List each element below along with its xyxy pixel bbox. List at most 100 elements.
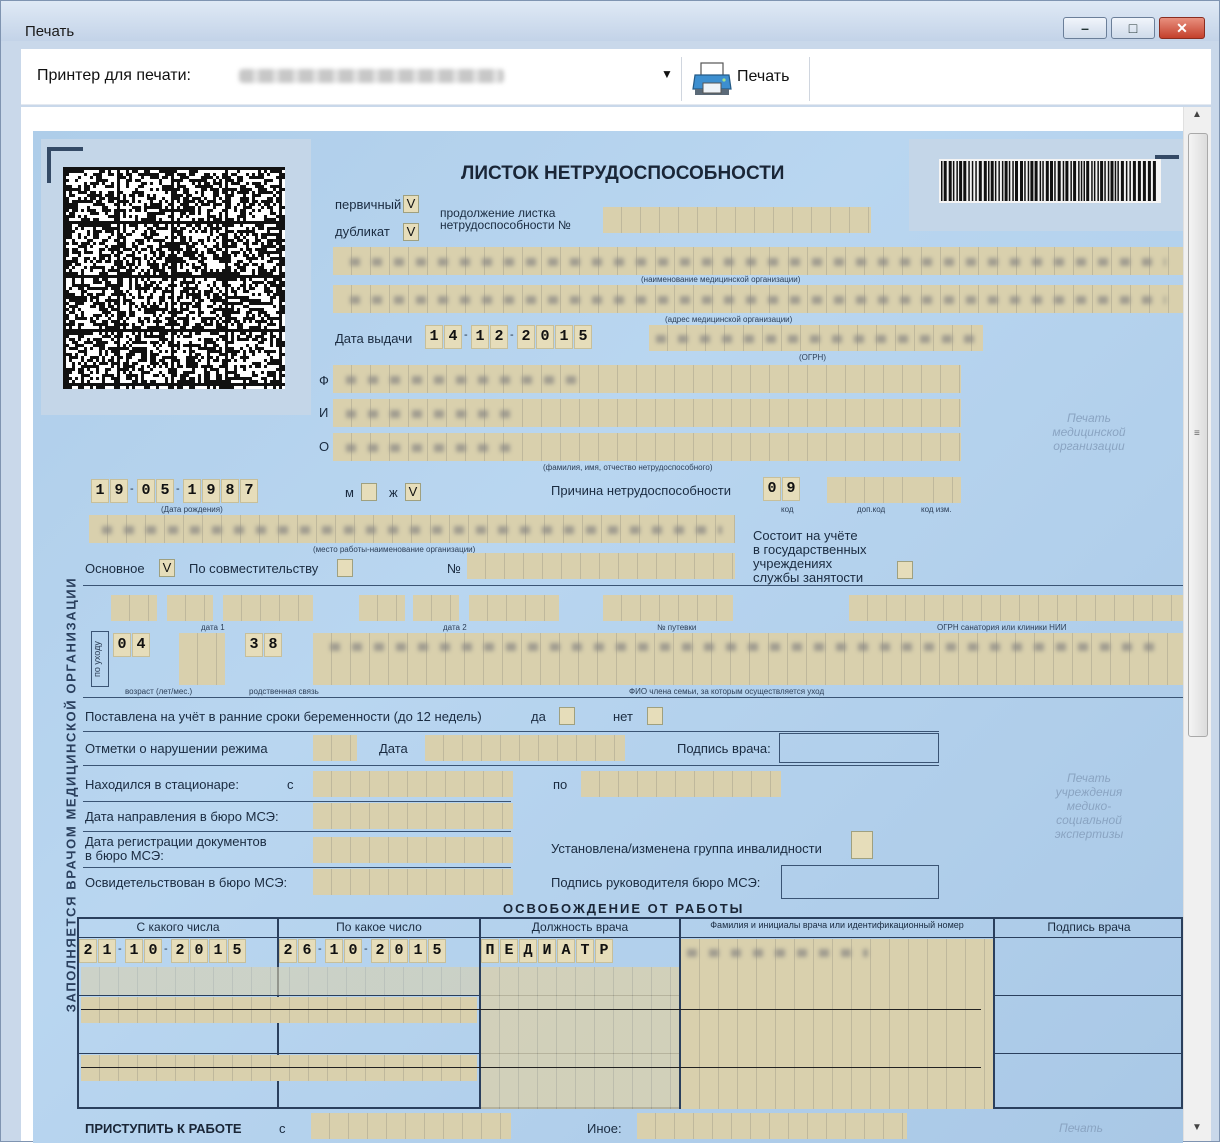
female-checkbox[interactable]: V xyxy=(405,483,421,501)
minimize-button[interactable]: – xyxy=(1063,17,1107,39)
violation-signature-field[interactable] xyxy=(779,733,939,763)
qr-module xyxy=(189,230,192,233)
issue-date-separator: - xyxy=(510,329,514,341)
violation-date-field[interactable] xyxy=(425,735,625,761)
return-date-field[interactable] xyxy=(311,1113,511,1139)
mse-head-signature-field[interactable] xyxy=(781,865,939,899)
qr-module xyxy=(264,200,267,203)
qr-module xyxy=(267,242,270,245)
qr-module xyxy=(207,236,210,239)
qr-module xyxy=(225,209,228,212)
qr-module xyxy=(78,299,81,302)
surname-field[interactable] xyxy=(333,365,961,393)
disability-group-field[interactable] xyxy=(851,831,873,859)
qr-module xyxy=(222,278,225,281)
title-bar[interactable]: Печать – □ ✕ xyxy=(1,1,1219,41)
printer-name-redacted xyxy=(239,69,504,83)
violation-code[interactable] xyxy=(313,735,357,761)
date1-day[interactable] xyxy=(111,595,157,621)
hospital-from-field[interactable] xyxy=(313,771,513,797)
qr-module xyxy=(270,290,273,293)
code-change-field[interactable] xyxy=(915,477,961,503)
qr-module xyxy=(180,329,183,332)
qr-module xyxy=(222,254,225,257)
print-button[interactable]: Печать xyxy=(685,57,809,101)
qr-module xyxy=(180,311,183,314)
qr-module xyxy=(174,188,177,191)
release-row3-dates[interactable] xyxy=(81,1055,477,1081)
qr-module xyxy=(213,368,216,371)
pregnancy-no-checkbox[interactable] xyxy=(647,707,663,725)
qr-module xyxy=(177,218,180,221)
qr-module xyxy=(99,383,102,386)
maximize-button[interactable]: □ xyxy=(1111,17,1155,39)
vertical-scrollbar[interactable]: ▲ ≡ ▼ xyxy=(1183,107,1211,1141)
release-doctor-name-field[interactable] xyxy=(681,939,993,1109)
scroll-down-icon[interactable]: ▼ xyxy=(1184,1117,1210,1139)
chevron-down-icon[interactable]: ▼ xyxy=(661,67,673,81)
scroll-up-icon[interactable]: ▲ xyxy=(1184,109,1210,131)
patronymic-field[interactable] xyxy=(333,433,961,461)
scroll-thumb[interactable]: ≡ xyxy=(1188,133,1208,737)
male-checkbox[interactable] xyxy=(361,483,377,501)
name-field[interactable] xyxy=(333,399,961,427)
qr-module xyxy=(174,221,177,224)
close-button[interactable]: ✕ xyxy=(1159,17,1205,39)
mse-direction-field[interactable] xyxy=(313,803,513,829)
qr-module xyxy=(174,314,177,317)
qr-module xyxy=(108,302,111,305)
other-field[interactable] xyxy=(637,1113,907,1139)
mse-exam-field[interactable] xyxy=(313,869,513,895)
date1-month[interactable] xyxy=(167,595,213,621)
qr-module xyxy=(96,368,99,371)
date2-month[interactable] xyxy=(413,595,459,621)
printer-select[interactable]: ▼ xyxy=(221,61,681,91)
release-row2-dates[interactable] xyxy=(81,997,477,1023)
qr-module xyxy=(240,383,243,386)
qr-module xyxy=(201,242,204,245)
qr-module xyxy=(198,308,201,311)
ogrn-field[interactable] xyxy=(649,325,983,351)
org-address-field[interactable] xyxy=(333,285,1183,313)
qr-module xyxy=(267,281,270,284)
qr-module xyxy=(237,263,240,266)
care-age-2[interactable] xyxy=(179,633,225,685)
employment-checkbox[interactable] xyxy=(897,561,913,579)
workplace-field[interactable] xyxy=(89,515,735,543)
reason-label: Причина нетрудоспособности xyxy=(551,483,732,498)
qr-module xyxy=(219,215,222,218)
primary-checkbox[interactable]: V xyxy=(403,195,419,213)
org-name-field[interactable] xyxy=(333,247,1183,275)
family-member-field[interactable] xyxy=(313,633,1183,685)
date2-year[interactable] xyxy=(469,595,559,621)
number-field[interactable] xyxy=(467,553,735,579)
mse-registration-field[interactable] xyxy=(313,837,513,863)
release-position-digit: А xyxy=(557,939,575,963)
qr-module xyxy=(69,305,72,308)
qr-module xyxy=(84,218,87,221)
continuation-number[interactable] xyxy=(603,207,871,233)
duplicate-checkbox[interactable]: V xyxy=(403,223,419,241)
sanatorium-field[interactable] xyxy=(849,595,1183,621)
date1-year[interactable] xyxy=(223,595,313,621)
voucher-field[interactable] xyxy=(603,595,733,621)
qr-module xyxy=(129,338,132,341)
qr-module xyxy=(135,257,138,260)
qr-module xyxy=(243,197,246,200)
barcode-bar xyxy=(975,161,977,201)
extra-code-field[interactable] xyxy=(827,477,923,503)
hospital-to-field[interactable] xyxy=(581,771,781,797)
date2-day[interactable] xyxy=(359,595,405,621)
qr-module xyxy=(237,311,240,314)
qr-module xyxy=(216,380,219,383)
part-time-checkbox[interactable] xyxy=(337,559,353,577)
qr-module xyxy=(243,212,246,215)
pregnancy-yes-checkbox[interactable] xyxy=(559,707,575,725)
main-job-checkbox[interactable]: V xyxy=(159,559,175,577)
qr-module xyxy=(207,380,210,383)
qr-module xyxy=(141,269,144,272)
qr-module xyxy=(189,311,192,314)
qr-module xyxy=(81,380,84,383)
qr-module xyxy=(123,296,126,299)
qr-module xyxy=(108,194,111,197)
